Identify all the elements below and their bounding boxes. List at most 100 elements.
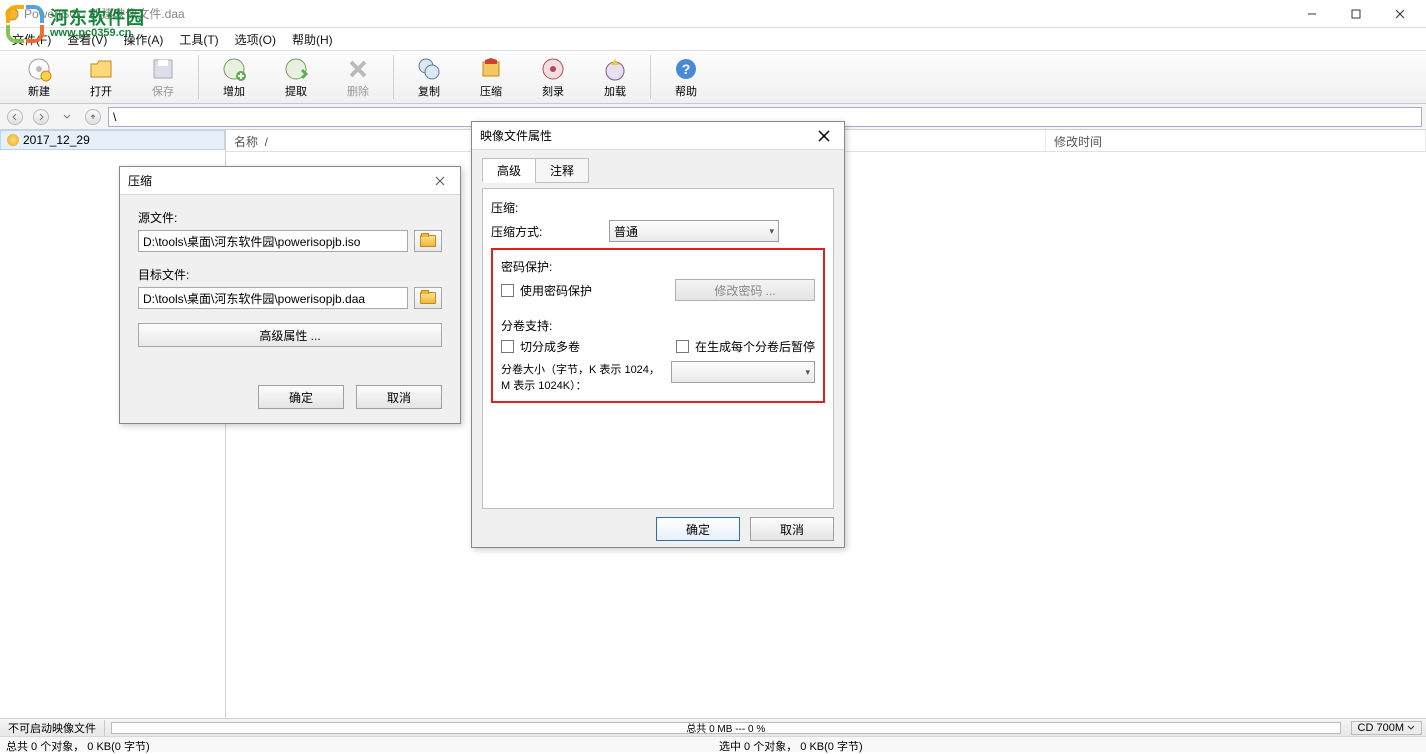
tb-compress-label: 压缩 [480,83,502,99]
compress-section-label: 压缩: [491,199,825,216]
source-browse-button[interactable] [414,230,442,252]
change-password-button[interactable]: 修改密码 ... [675,279,815,301]
toolbar-separator [198,55,199,99]
tb-extract[interactable]: 提取 [265,52,327,102]
toolbar-separator [393,55,394,99]
titlebar: PowerISO - 新建映像文件.daa [0,0,1426,28]
target-file-label: 目标文件: [138,266,442,283]
burn-icon [539,55,567,83]
chevron-down-icon: ▾ [769,226,774,237]
compress-mode-select[interactable]: 普通 ▾ [609,220,779,242]
menubar: 文件(F) 查看(V) 操作(A) 工具(T) 选项(O) 帮助(H) [0,28,1426,50]
props-dialog-title: 映像文件属性 [480,127,812,144]
disc-icon [7,134,19,146]
status-total: 总共 0 个对象， 0 KB(0 字节) [0,737,713,752]
image-properties-dialog: 映像文件属性 高级 注释 压缩: 压缩方式: 普通 ▾ 密码保护: 使用密码保护 [471,121,845,548]
split-pause-label: 在生成每个分卷后暂停 [695,338,815,355]
status-progress: 总共 0 MB --- 0 % [111,722,1341,734]
tb-help[interactable]: ? 帮助 [655,52,717,102]
statusbar-upper: 不可启动映像文件 总共 0 MB --- 0 % CD 700M [0,718,1426,736]
compress-icon [477,55,505,83]
new-icon [25,55,53,83]
toolbar-separator [650,55,651,99]
nav-back[interactable] [4,107,26,127]
tb-delete[interactable]: 删除 [327,52,389,102]
tb-burn-label: 刻录 [542,83,564,99]
compress-dialog-titlebar: 压缩 [120,167,460,195]
minimize-button[interactable] [1290,0,1334,28]
copy-icon [415,55,443,83]
password-section-label: 密码保护: [501,258,815,275]
folder-icon [420,292,436,304]
path-value: \ [113,110,116,124]
menu-tools[interactable]: 工具(T) [171,29,226,50]
tb-add-label: 增加 [223,83,245,99]
split-size-select[interactable]: ▾ [671,361,815,383]
open-icon [87,55,115,83]
tb-burn[interactable]: 刻录 [522,52,584,102]
target-file-input[interactable] [138,287,408,309]
split-size-label: 分卷大小（字节，K 表示 1024，M 表示 1024K）： [501,361,663,393]
status-media[interactable]: CD 700M [1351,721,1422,735]
tb-copy-label: 复制 [418,83,440,99]
compress-mode-value: 普通 [614,223,638,240]
tb-save-label: 保存 [152,83,174,99]
use-password-label: 使用密码保护 [520,282,592,299]
save-icon [149,55,177,83]
tb-new[interactable]: 新建 [8,52,70,102]
add-icon [220,55,248,83]
mount-icon [601,55,629,83]
menu-view[interactable]: 查看(V) [59,29,115,50]
chevron-down-icon: ▾ [805,367,810,378]
tb-mount[interactable]: 加载 [584,52,646,102]
status-bootinfo: 不可启动映像文件 [0,720,105,736]
props-dialog-close[interactable] [812,124,836,148]
nav-up[interactable] [82,107,104,127]
tb-add[interactable]: 增加 [203,52,265,102]
source-file-label: 源文件: [138,209,442,226]
window-buttons [1290,0,1422,28]
advanced-properties-button[interactable]: 高级属性 ... [138,323,442,347]
props-tabs: 高级 注释 [482,158,834,183]
app-icon [4,6,20,22]
source-file-input[interactable] [138,230,408,252]
tb-copy[interactable]: 复制 [398,52,460,102]
nav-history-dropdown[interactable] [56,107,78,127]
compress-dialog-close[interactable] [428,169,452,193]
split-pause-checkbox[interactable] [676,340,689,353]
window-title: PowerISO - 新建映像文件.daa [24,5,1290,22]
highlighted-section: 密码保护: 使用密码保护 修改密码 ... 分卷支持: 切分成多卷 在生成每个分… [491,248,825,403]
close-button[interactable] [1378,0,1422,28]
split-enable-checkbox[interactable] [501,340,514,353]
target-browse-button[interactable] [414,287,442,309]
tree-item-root[interactable]: 2017_12_29 [0,130,225,150]
compress-mode-label: 压缩方式: [491,223,601,240]
svg-text:?: ? [682,61,691,77]
tb-compress[interactable]: 压缩 [460,52,522,102]
use-password-checkbox[interactable] [501,284,514,297]
compress-cancel-button[interactable]: 取消 [356,385,442,409]
menu-action[interactable]: 操作(A) [115,29,171,50]
tree-item-label: 2017_12_29 [23,133,90,147]
props-ok-button[interactable]: 确定 [656,517,740,541]
tb-open[interactable]: 打开 [70,52,132,102]
col-moddate[interactable]: 修改时间 [1046,130,1426,151]
props-cancel-button[interactable]: 取消 [750,517,834,541]
split-section-label: 分卷支持: [501,317,815,334]
nav-forward[interactable] [30,107,52,127]
tab-comment[interactable]: 注释 [535,158,589,183]
chevron-down-icon [1407,725,1415,731]
compress-ok-button[interactable]: 确定 [258,385,344,409]
menu-options[interactable]: 选项(O) [227,29,284,50]
maximize-button[interactable] [1334,0,1378,28]
menu-help[interactable]: 帮助(H) [284,29,341,50]
tab-advanced[interactable]: 高级 [482,158,536,183]
compress-dialog: 压缩 源文件: 目标文件: 高级属性 ... 确定 取消 [119,166,461,424]
compress-dialog-title: 压缩 [128,172,428,189]
help-icon: ? [672,55,700,83]
delete-icon [344,55,372,83]
tb-save[interactable]: 保存 [132,52,194,102]
props-dialog-titlebar: 映像文件属性 [472,122,844,150]
menu-file[interactable]: 文件(F) [4,29,59,50]
tb-mount-label: 加载 [604,83,626,99]
